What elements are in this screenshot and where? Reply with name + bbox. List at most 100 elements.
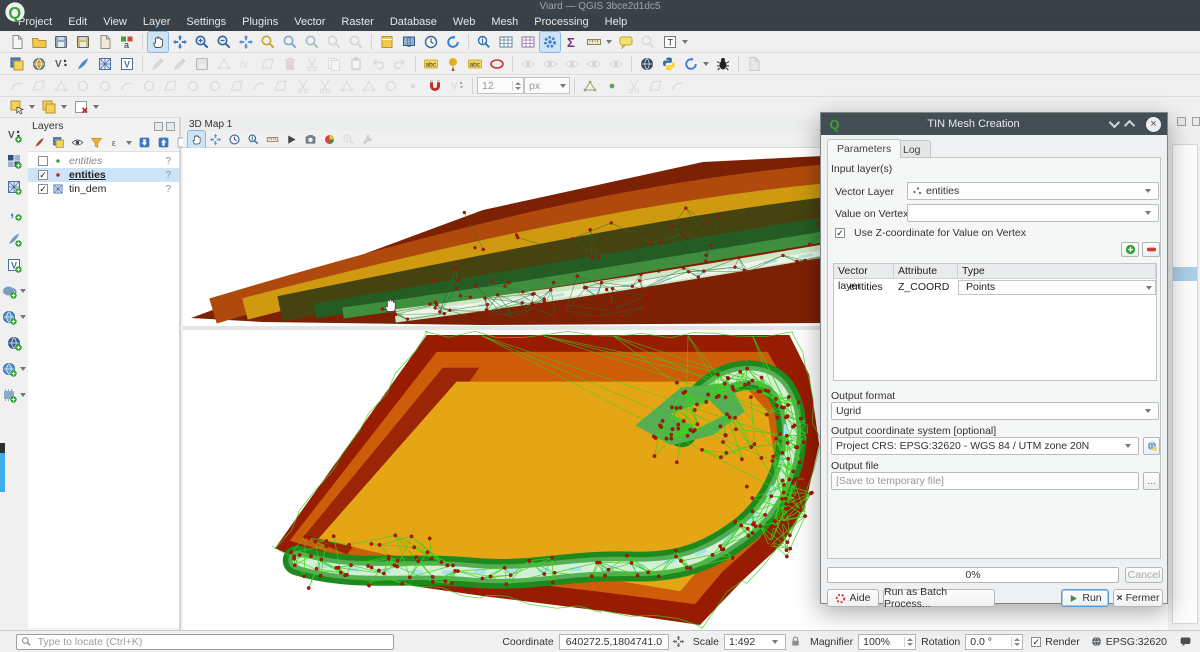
value-on-vertex-combo[interactable]: [907, 204, 1159, 222]
extents-icon[interactable]: [670, 633, 687, 650]
render-checkbox[interactable]: ✓: [1031, 637, 1041, 647]
layer-indicator-icon[interactable]: ?: [165, 156, 171, 167]
menu-database[interactable]: Database: [382, 14, 445, 31]
processing-selected-row[interactable]: [1173, 267, 1197, 281]
browse-file-button[interactable]: …: [1143, 472, 1160, 490]
layers-float-icon[interactable]: [154, 122, 163, 131]
output-crs-combo[interactable]: Project CRS: EPSG:32620 - WGS 84 / UTM z…: [831, 437, 1139, 455]
layer-labeling-icon[interactable]: abc: [421, 54, 441, 74]
remove-layer-group-dropdown-arrow[interactable]: [93, 105, 99, 109]
square-rule-icon[interactable]: [29, 76, 49, 96]
statistics-panel-icon[interactable]: Σ: [562, 32, 582, 52]
toggle-editing-icon[interactable]: [170, 54, 190, 74]
map-tips-icon[interactable]: [616, 32, 636, 52]
add-virtual-layer-icon[interactable]: V: [117, 54, 137, 74]
add-oapif-layer-dropdown-arrow[interactable]: [20, 393, 26, 397]
zoom-native-icon[interactable]: [302, 32, 322, 52]
coordinate-input[interactable]: [559, 634, 669, 650]
new-spatial-bookmark-icon[interactable]: [377, 32, 397, 52]
simplify-feature-icon[interactable]: [117, 76, 137, 96]
copy-features-icon[interactable]: [324, 54, 344, 74]
identify-features-icon[interactable]: i: [474, 32, 494, 52]
zoom-full-3d-icon[interactable]: [207, 131, 224, 148]
crs-value[interactable]: EPSG:32620: [1106, 636, 1167, 648]
enable-advanced-digitizing-icon[interactable]: [7, 76, 27, 96]
close-button[interactable]: × Fermer: [1113, 589, 1163, 607]
cell-type-combo[interactable]: Points: [958, 280, 1156, 295]
menu-web[interactable]: Web: [445, 14, 483, 31]
hidden-panel-tab[interactable]: [0, 443, 5, 492]
delete-selected-icon[interactable]: [280, 54, 300, 74]
layer-item-entities-1[interactable]: ✓entities?: [28, 168, 179, 182]
add-oapif-layer-icon[interactable]: [0, 385, 19, 405]
add-row-button[interactable]: [1121, 242, 1139, 257]
delete-ring-icon[interactable]: [205, 76, 225, 96]
scene-options-icon[interactable]: [321, 131, 338, 148]
add-xyz-layer-icon[interactable]: [4, 333, 24, 353]
measure-dropdown-arrow[interactable]: [606, 40, 612, 44]
fix-geometries-icon[interactable]: [668, 76, 688, 96]
tracing-node-icon[interactable]: [580, 76, 600, 96]
redo-icon[interactable]: [390, 54, 410, 74]
layers-close-icon[interactable]: [166, 122, 175, 131]
offset-point-symbol-icon[interactable]: [403, 76, 423, 96]
expand-all-icon[interactable]: [136, 134, 153, 151]
filter-legend-icon[interactable]: [88, 134, 105, 151]
save-project-as-icon[interactable]: [73, 32, 93, 52]
animations-icon[interactable]: [226, 131, 243, 148]
menu-processing[interactable]: Processing: [526, 14, 596, 31]
tab-parameters[interactable]: Parameters: [827, 139, 901, 158]
menu-help[interactable]: Help: [597, 14, 636, 31]
new-project-icon[interactable]: [7, 32, 27, 52]
zoom-out-icon[interactable]: [214, 32, 234, 52]
map-themes-icon[interactable]: [39, 97, 59, 117]
zoom-last-icon[interactable]: [324, 32, 344, 52]
enable-topological-editing-icon[interactable]: [602, 76, 622, 96]
layer-checkbox[interactable]: [38, 156, 48, 166]
map-themes-dropdown-arrow[interactable]: [61, 105, 67, 109]
add-ring-icon[interactable]: [139, 76, 159, 96]
coordinate-field[interactable]: [564, 635, 664, 649]
new-annotation-icon[interactable]: [638, 32, 658, 52]
configure-3d-icon[interactable]: [359, 131, 376, 148]
run-button[interactable]: Run: [1061, 589, 1109, 607]
vector-layer-combo[interactable]: entities: [907, 182, 1159, 200]
change-label-icon[interactable]: [606, 54, 626, 74]
dialog-close-icon[interactable]: ×: [1146, 117, 1161, 132]
cancel-button[interactable]: Cancel: [1125, 567, 1163, 583]
add-delimited-text-layer-icon[interactable]: ,: [4, 203, 24, 223]
temporal-controller-icon[interactable]: [421, 32, 441, 52]
enable-snapping-icon[interactable]: [425, 76, 445, 96]
crs-globe-icon[interactable]: [1088, 633, 1105, 650]
avoid-overlap-icon[interactable]: [624, 76, 644, 96]
add-vector-layer-icon[interactable]: V: [4, 125, 24, 145]
vertex-table-row[interactable]: entities Z_COORD Points: [834, 279, 1156, 296]
use-z-row[interactable]: ✓ Use Z-coordinate for Value on Vertex: [835, 227, 1026, 239]
dialog-shade-icon[interactable]: [1109, 117, 1120, 128]
add-wfs-layer-icon[interactable]: [0, 359, 19, 379]
add-mesh-layer-icon[interactable]: [95, 54, 115, 74]
check-geometries-icon[interactable]: [646, 76, 666, 96]
text-annotation-icon[interactable]: T: [660, 32, 680, 52]
menu-edit[interactable]: Edit: [60, 14, 95, 31]
add-raster-layer-icon[interactable]: [4, 151, 24, 171]
select-features-dropdown-arrow[interactable]: [29, 105, 35, 109]
filter-by-expression-icon[interactable]: ε: [107, 134, 124, 151]
panel-float-icon[interactable]: [1177, 117, 1186, 126]
pan-map-icon[interactable]: [148, 32, 168, 52]
vertex-table[interactable]: Vector layer Attribute Type entities Z_C…: [833, 263, 1157, 381]
cut-features-icon[interactable]: [302, 54, 322, 74]
measure-line-3d-icon[interactable]: [264, 131, 281, 148]
offset-curve-icon[interactable]: [249, 76, 269, 96]
filter-by-expression-dropdown-arrow[interactable]: [126, 141, 132, 145]
menu-layer[interactable]: Layer: [135, 14, 179, 31]
layer-indicator-icon[interactable]: ?: [165, 184, 171, 195]
layer-item-tin_dem-2[interactable]: ✓tin_dem?: [28, 182, 179, 196]
play-animation-icon[interactable]: [283, 131, 300, 148]
add-virtual-layer-icon[interactable]: V: [4, 255, 24, 275]
add-wms-layer-dropdown-arrow[interactable]: [20, 315, 26, 319]
field-calculator-icon[interactable]: [518, 32, 538, 52]
layer-checkbox[interactable]: ✓: [38, 184, 48, 194]
locator-field[interactable]: [36, 635, 389, 649]
batch-button[interactable]: Run as Batch Process...: [883, 589, 995, 607]
